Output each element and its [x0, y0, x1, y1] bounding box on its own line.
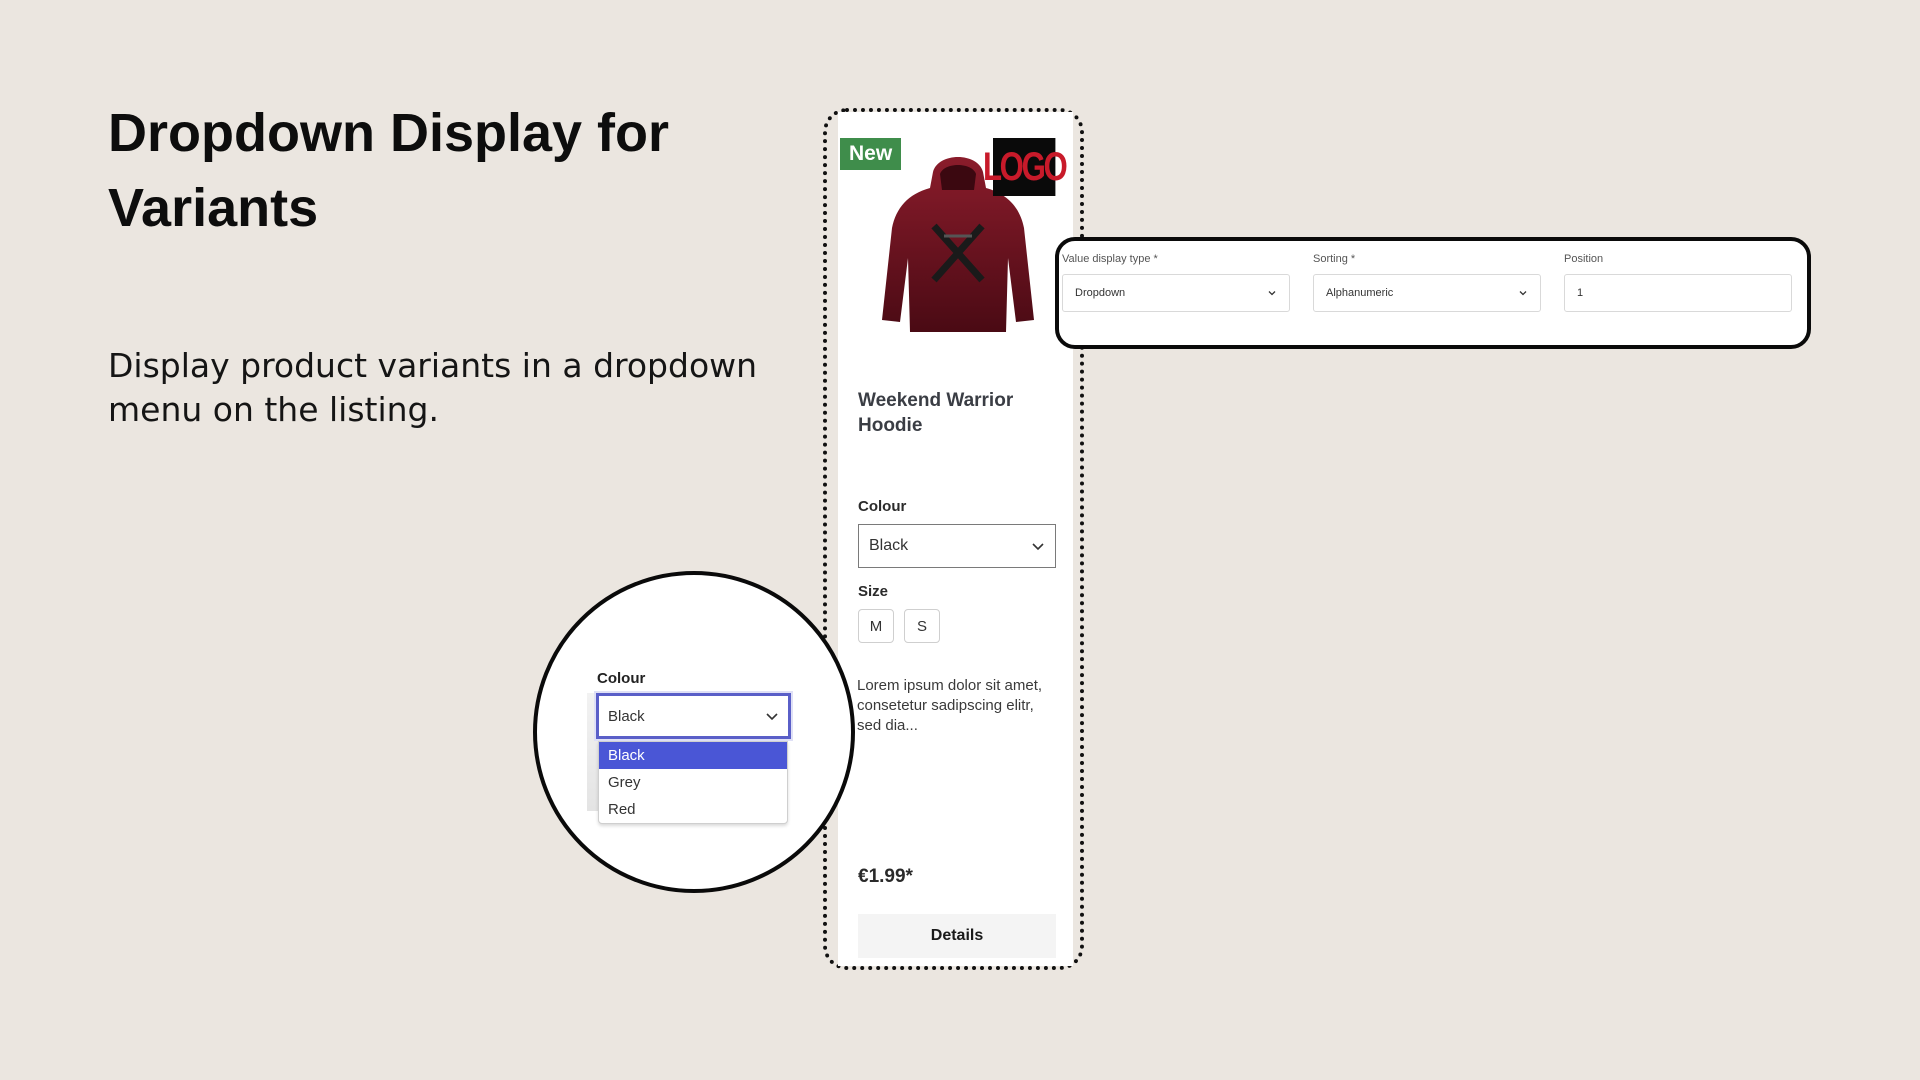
zoom-callout: Colour Black Black Grey Red — [533, 571, 855, 893]
chevron-down-icon — [1268, 291, 1276, 296]
display-type-value: Dropdown — [1075, 287, 1126, 299]
zoom-colour-label: Colour — [597, 670, 646, 687]
details-button[interactable]: Details — [858, 914, 1056, 958]
product-price: €1.99* — [858, 866, 913, 887]
sorting-label: Sorting * — [1313, 253, 1356, 265]
brand-logo: LOGO — [983, 138, 1068, 196]
size-label: Size — [858, 583, 889, 600]
chevron-down-icon — [1519, 291, 1527, 296]
option-grey[interactable]: Grey — [599, 769, 787, 796]
sorting-value: Alphanumeric — [1326, 287, 1394, 299]
page-headline: Dropdown Display for Variants — [108, 103, 670, 238]
product-card: New LOGO Weekend Warrior Hoodie Colour B… — [838, 112, 1073, 966]
colour-label: Colour — [858, 498, 907, 515]
display-type-select[interactable]: Dropdown — [1062, 274, 1290, 312]
position-label: Position — [1564, 253, 1604, 265]
chevron-down-icon — [1032, 543, 1044, 551]
chevron-down-icon — [766, 713, 778, 721]
colour-select-value: Black — [869, 537, 909, 554]
sorting-select[interactable]: Alphanumeric — [1313, 274, 1541, 312]
product-title[interactable]: Weekend Warrior Hoodie — [858, 388, 1058, 438]
option-red[interactable]: Red — [599, 796, 787, 823]
colour-select[interactable]: Black — [858, 524, 1056, 568]
zoom-select-value: Black — [608, 707, 645, 725]
dropdown-options: Black Grey Red — [598, 741, 788, 824]
variant-settings-panel: Value display type * Dropdown Sorting * … — [1055, 237, 1811, 349]
page-description: Display product variants in a dropdown m… — [108, 346, 758, 429]
position-field: Position 1 — [1564, 253, 1792, 312]
new-badge: New — [840, 138, 902, 170]
position-value: 1 — [1577, 287, 1584, 299]
zoom-colour-select[interactable]: Black — [596, 693, 791, 739]
position-input[interactable]: 1 — [1564, 274, 1792, 312]
option-black[interactable]: Black — [599, 742, 787, 769]
size-option-m[interactable]: M — [858, 609, 894, 643]
display-type-field: Value display type * Dropdown — [1062, 253, 1290, 312]
product-description: Lorem ipsum dolor sit amet, consetetur s… — [857, 677, 1043, 734]
display-type-label: Value display type * — [1062, 253, 1158, 265]
size-option-s[interactable]: S — [904, 609, 940, 643]
sorting-field: Sorting * Alphanumeric — [1313, 253, 1541, 312]
